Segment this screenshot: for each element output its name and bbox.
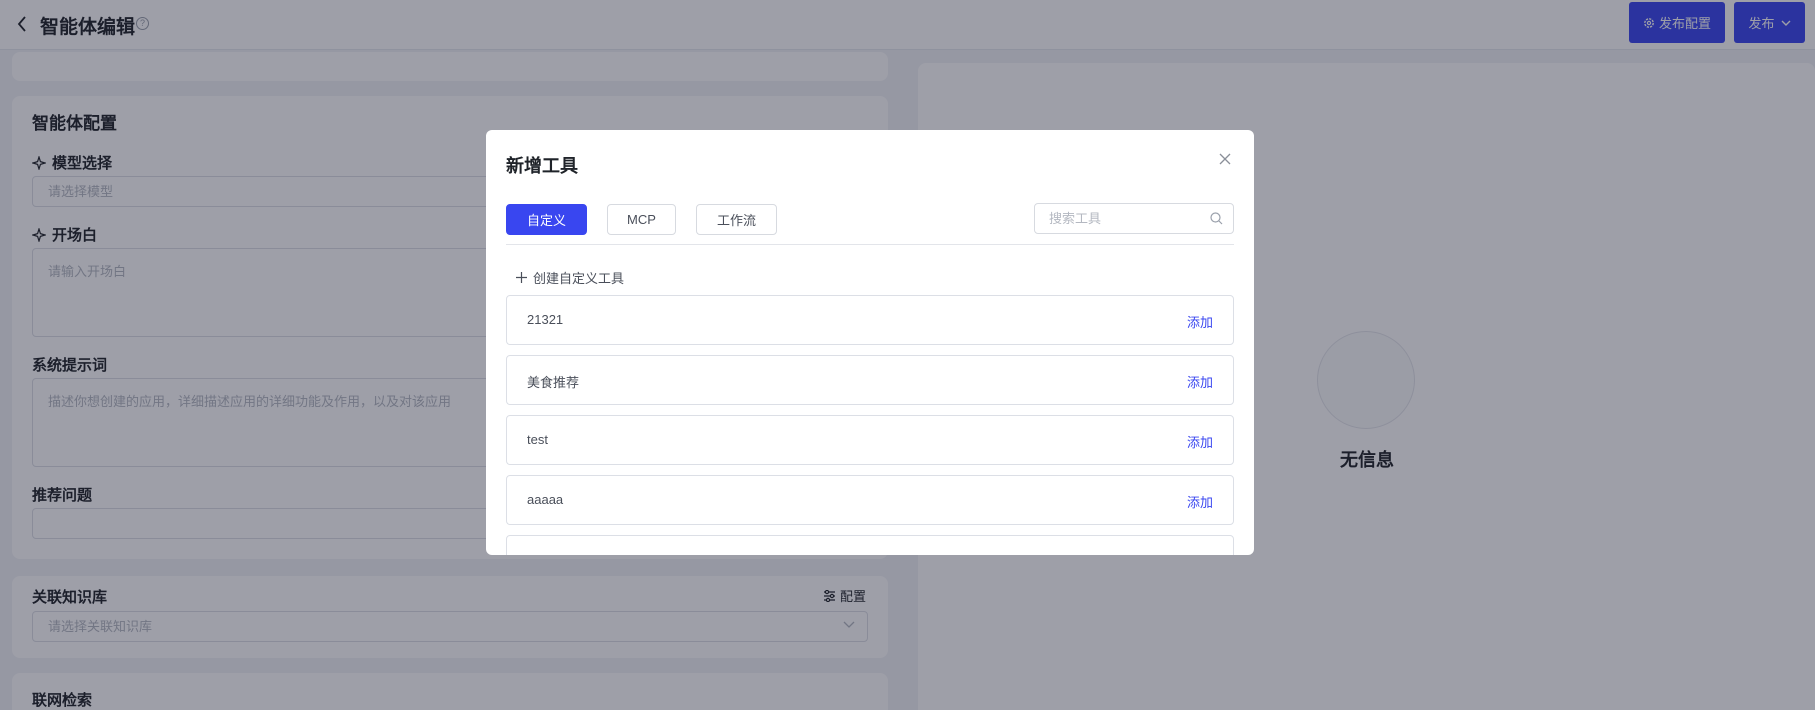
create-custom-tool-button[interactable]: 创建自定义工具 [516, 268, 624, 287]
tool-row: aaaaa 添加 [506, 475, 1234, 525]
close-icon[interactable] [1216, 150, 1234, 168]
add-tool-modal: 新增工具 自定义 MCP 工作流 创建自定义工具 21321 添加 美食推荐 添… [486, 130, 1254, 555]
tool-name: 21321 [527, 312, 564, 327]
tab-workflow[interactable]: 工作流 [696, 204, 777, 235]
tool-name: aaaaa [527, 492, 564, 507]
plus-icon [516, 272, 527, 283]
tool-row: 21321 添加 [506, 295, 1234, 345]
add-tool-button[interactable]: 添加 [1187, 372, 1213, 391]
add-tool-button[interactable]: 添加 [1187, 432, 1213, 451]
tool-name: 美食推荐 [527, 375, 580, 390]
tab-custom[interactable]: 自定义 [506, 204, 587, 235]
tool-name: test [527, 432, 548, 447]
add-tool-button[interactable]: 添加 [1187, 492, 1213, 511]
tab-mcp[interactable]: MCP [607, 204, 676, 235]
search-icon [1210, 212, 1223, 225]
tool-row-partial [506, 535, 1234, 555]
tool-search [1034, 203, 1234, 234]
tool-row: 美食推荐 添加 [506, 355, 1234, 405]
tool-row: test 添加 [506, 415, 1234, 465]
modal-title: 新增工具 [506, 156, 578, 176]
tool-search-input[interactable] [1049, 204, 1209, 233]
add-tool-button[interactable]: 添加 [1187, 312, 1213, 331]
tab-divider [506, 244, 1234, 245]
